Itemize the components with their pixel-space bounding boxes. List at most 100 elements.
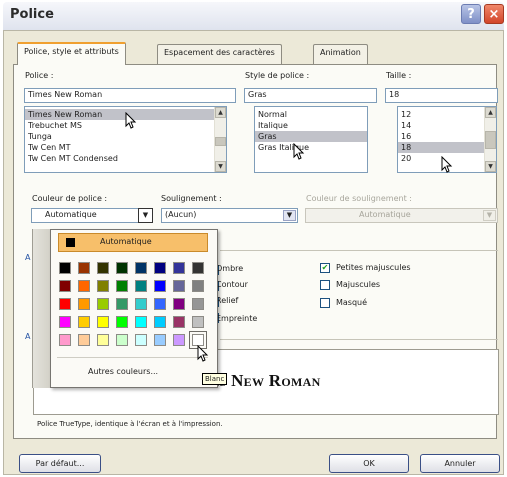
chevron-down-icon[interactable]: ▼ — [138, 208, 153, 223]
list-item[interactable]: 18 — [398, 142, 496, 153]
list-item[interactable]: Tunga — [25, 131, 226, 142]
font-style-input[interactable]: Gras — [244, 88, 377, 103]
color-swatch[interactable] — [116, 316, 128, 328]
font-label: Police : — [25, 71, 54, 80]
all-caps-checkbox[interactable] — [320, 280, 330, 290]
small-caps-checkbox[interactable]: ✔ — [320, 263, 330, 273]
color-swatch[interactable] — [173, 298, 185, 310]
ok-button[interactable]: OK — [329, 454, 409, 473]
underline-value: (Aucun) — [165, 210, 197, 219]
color-swatch[interactable] — [97, 298, 109, 310]
more-colors-button[interactable]: Autres couleurs... — [88, 367, 158, 376]
hidden-checkbox[interactable] — [320, 298, 330, 308]
effects-group-marker: A — [25, 253, 31, 262]
scroll-down-icon[interactable]: ▼ — [215, 161, 226, 172]
font-color-label: Couleur de police : — [32, 194, 108, 203]
color-swatch[interactable] — [97, 262, 109, 274]
size-input[interactable]: 18 — [385, 88, 498, 103]
color-swatch[interactable] — [116, 334, 128, 346]
tab-font-style-attributes[interactable]: Police, style et attributs — [17, 42, 126, 65]
color-swatch[interactable] — [135, 262, 147, 274]
color-swatch[interactable] — [135, 298, 147, 310]
color-swatch[interactable] — [173, 262, 185, 274]
color-swatch[interactable] — [59, 334, 71, 346]
color-swatch[interactable] — [59, 280, 71, 292]
default-button[interactable]: Par défaut... — [19, 454, 101, 473]
close-button[interactable]: × — [484, 4, 504, 24]
color-swatch[interactable] — [154, 298, 166, 310]
color-swatch-grid — [59, 262, 207, 349]
scroll-down-icon[interactable]: ▼ — [485, 161, 496, 172]
color-popup-sidebar — [32, 229, 50, 388]
list-item[interactable]: Gras Italique — [255, 142, 367, 153]
popup-separator — [57, 357, 208, 358]
color-swatch[interactable] — [116, 262, 128, 274]
color-swatch[interactable] — [135, 280, 147, 292]
color-swatch[interactable] — [59, 262, 71, 274]
color-tooltip: Blanc — [202, 373, 228, 385]
color-swatch[interactable] — [192, 316, 204, 328]
size-label: Taille : — [386, 71, 412, 80]
list-item[interactable]: Tw Cen MT Condensed — [25, 153, 226, 164]
help-button[interactable]: ? — [461, 4, 481, 24]
mouse-pointer-icon — [293, 143, 305, 160]
engrave-label: Empreinte — [216, 314, 258, 323]
font-name-input[interactable]: Times New Roman — [24, 88, 236, 103]
color-swatch[interactable] — [78, 298, 90, 310]
scroll-up-icon[interactable]: ▲ — [485, 107, 496, 118]
color-swatch[interactable] — [135, 334, 147, 346]
color-swatch[interactable] — [173, 316, 185, 328]
list-item[interactable]: Gras — [255, 131, 367, 142]
list-item[interactable]: Tw Cen MT — [25, 142, 226, 153]
automatic-color-label: Automatique — [100, 237, 152, 246]
font-style-label: Style de police : — [245, 71, 310, 80]
automatic-color-swatch — [66, 238, 75, 247]
list-item[interactable]: 16 — [398, 131, 496, 142]
color-swatch[interactable] — [116, 280, 128, 292]
scroll-thumb[interactable] — [215, 137, 226, 146]
window-title: Police — [10, 7, 54, 22]
chevron-down-icon: ▼ — [483, 210, 496, 221]
scrollbar[interactable]: ▲ ▼ — [484, 107, 496, 172]
color-swatch[interactable] — [59, 298, 71, 310]
color-swatch[interactable] — [192, 262, 204, 274]
color-swatch[interactable] — [97, 280, 109, 292]
font-color-select[interactable]: Automatique ▼ — [31, 208, 153, 223]
color-swatch[interactable] — [78, 316, 90, 328]
list-item[interactable]: Italique — [255, 120, 367, 131]
list-item[interactable]: 12 — [398, 109, 496, 120]
scrollbar[interactable]: ▲ ▼ — [214, 107, 226, 172]
color-swatch[interactable] — [154, 334, 166, 346]
cancel-button[interactable]: Annuler — [420, 454, 500, 473]
tab-character-spacing[interactable]: Espacement des caractères — [157, 44, 282, 64]
color-swatch[interactable] — [154, 280, 166, 292]
color-swatch[interactable] — [192, 298, 204, 310]
preview-note: Police TrueType, identique à l'écran et … — [37, 420, 223, 428]
color-swatch[interactable] — [97, 316, 109, 328]
list-item[interactable]: Normal — [255, 109, 367, 120]
font-color-value: Automatique — [45, 210, 97, 219]
color-swatch[interactable] — [173, 334, 185, 346]
underline-select[interactable]: (Aucun) ▼ — [161, 208, 298, 223]
color-swatch[interactable] — [154, 316, 166, 328]
color-swatch[interactable] — [154, 262, 166, 274]
color-swatch[interactable] — [78, 334, 90, 346]
color-swatch[interactable] — [59, 316, 71, 328]
list-item[interactable]: 14 — [398, 120, 496, 131]
color-swatch[interactable] — [97, 334, 109, 346]
scroll-up-icon[interactable]: ▲ — [215, 107, 226, 118]
color-swatch[interactable] — [116, 298, 128, 310]
underline-label: Soulignement : — [161, 194, 222, 203]
scroll-thumb[interactable] — [485, 131, 496, 149]
color-swatch[interactable] — [78, 280, 90, 292]
outline-label: Contour — [216, 280, 248, 289]
chevron-down-icon[interactable]: ▼ — [283, 210, 296, 221]
tab-animation[interactable]: Animation — [313, 44, 368, 64]
hidden-label: Masqué — [336, 298, 368, 307]
color-swatch[interactable] — [173, 280, 185, 292]
font-style-list[interactable]: Normal Italique Gras Gras Italique — [254, 106, 368, 173]
mouse-pointer-icon — [125, 112, 137, 129]
color-swatch[interactable] — [135, 316, 147, 328]
color-swatch[interactable] — [192, 280, 204, 292]
color-swatch[interactable] — [78, 262, 90, 274]
